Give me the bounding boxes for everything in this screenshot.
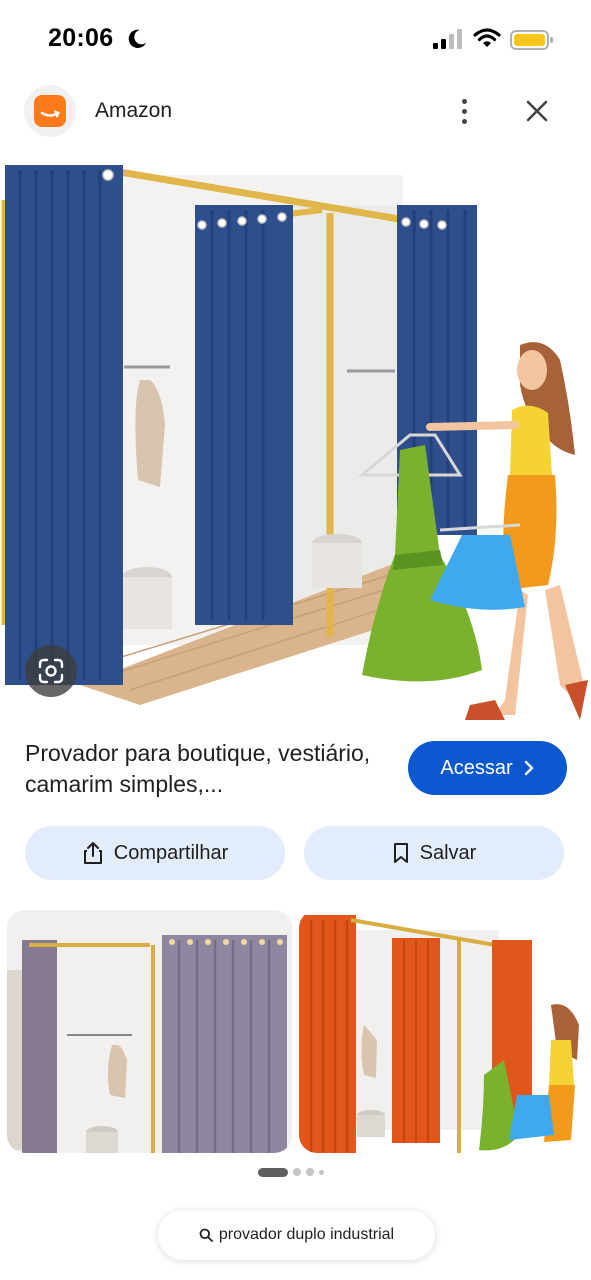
product-title[interactable]: Provador para boutique, vestiário, camar… — [25, 738, 385, 800]
related-images-carousel — [0, 910, 591, 1153]
product-image[interactable] — [0, 145, 591, 725]
save-button-label: Salvar — [419, 841, 477, 864]
more-options-button[interactable] — [448, 94, 480, 128]
visit-button-label: Acessar — [440, 756, 513, 779]
close-button[interactable] — [520, 94, 554, 128]
fitting-room-illustration — [1, 165, 588, 720]
lens-icon — [38, 658, 64, 684]
bookmark-icon — [393, 843, 408, 863]
related-image-orange-curtains[interactable] — [299, 910, 591, 1153]
header-bar: Amazon — [0, 80, 591, 142]
pagination-dot[interactable] — [319, 1169, 324, 1175]
pagination-dot[interactable] — [306, 1168, 314, 1176]
save-button[interactable]: Salvar — [304, 826, 564, 880]
site-name[interactable]: Amazon — [95, 99, 172, 123]
share-button[interactable]: Compartilhar — [25, 826, 285, 880]
status-bar: 20:06 — [0, 0, 591, 80]
battery-icon — [510, 30, 553, 50]
related-image-gray-curtains[interactable] — [7, 910, 292, 1153]
signal-icon — [433, 29, 462, 49]
share-icon — [83, 842, 102, 864]
more-vert-icon — [461, 98, 467, 104]
google-lens-button[interactable] — [25, 645, 77, 697]
moon-icon — [128, 29, 147, 48]
amazon-logo-icon — [34, 95, 66, 127]
site-logo[interactable] — [24, 85, 76, 137]
chevron-right-icon — [524, 760, 533, 776]
share-button-label: Compartilhar — [113, 841, 229, 864]
visit-button[interactable]: Acessar — [408, 741, 567, 795]
search-chip-label: provador duplo industrial — [218, 1226, 395, 1243]
wifi-icon — [473, 28, 501, 47]
carousel-pagination — [258, 1167, 324, 1177]
search-icon — [199, 1228, 213, 1242]
related-search-chip[interactable]: provador duplo industrial — [158, 1210, 435, 1260]
pagination-dot-active[interactable] — [258, 1167, 288, 1177]
pagination-dot[interactable] — [293, 1168, 301, 1176]
status-time: 20:06 — [48, 24, 114, 52]
